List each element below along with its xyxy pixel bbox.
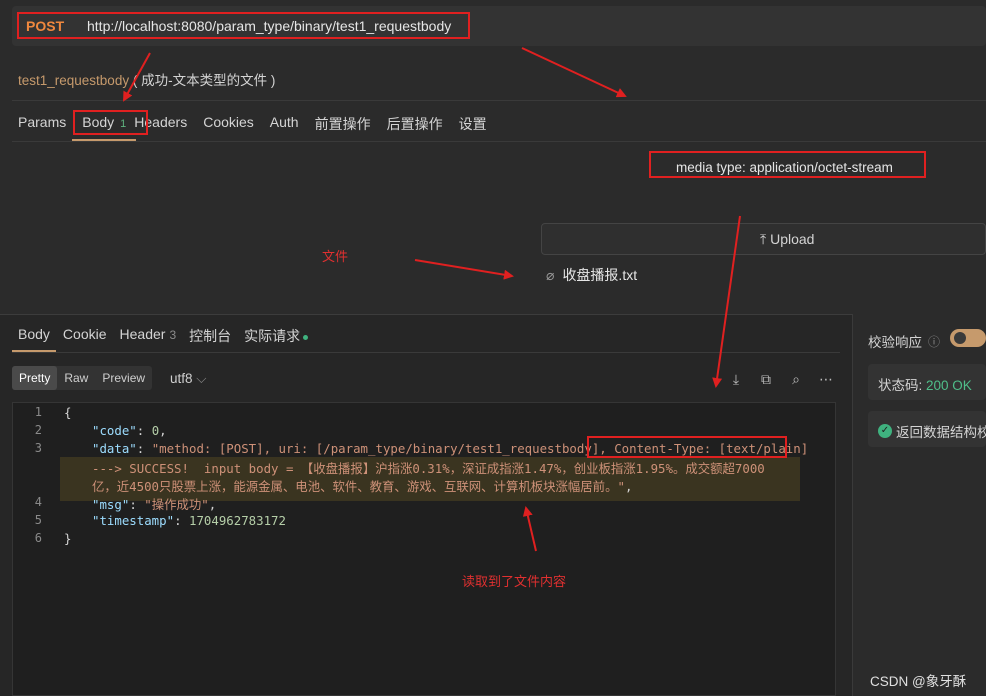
arrow-to-response-tools xyxy=(712,215,741,388)
annotation-arrows xyxy=(123,47,741,552)
arrow-to-file xyxy=(414,259,514,280)
arrow-to-headers xyxy=(521,47,627,98)
arrow-to-content xyxy=(522,506,537,552)
arrow-to-body-tab xyxy=(123,52,151,102)
